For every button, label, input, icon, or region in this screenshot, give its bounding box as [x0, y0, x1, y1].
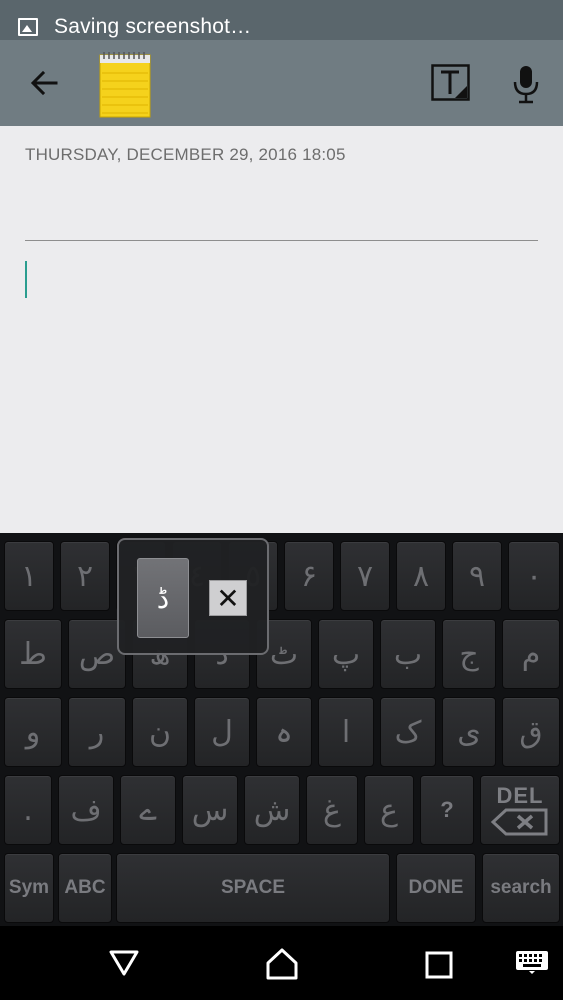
- key[interactable]: ش: [244, 775, 300, 845]
- note-editor[interactable]: THURSDAY, DECEMBER 29, 2016 18:05: [0, 126, 563, 533]
- close-popup-button[interactable]: ✕: [209, 580, 247, 616]
- microphone-icon[interactable]: [511, 64, 541, 104]
- status-bar: Saving screenshot…: [0, 0, 563, 40]
- title-divider: [25, 240, 538, 241]
- square-recents-icon[interactable]: [425, 951, 453, 979]
- search-key[interactable]: search: [482, 853, 560, 923]
- key[interactable]: ی: [442, 697, 496, 767]
- keyboard-icon[interactable]: [515, 950, 549, 974]
- key[interactable]: ٠: [508, 541, 560, 611]
- picture-icon: [18, 18, 38, 36]
- key[interactable]: ف: [58, 775, 114, 845]
- home-icon[interactable]: [265, 947, 299, 981]
- note-title-field[interactable]: [25, 186, 538, 236]
- abc-key[interactable]: ABC: [58, 853, 112, 923]
- key-popup: ڈ ✕: [117, 538, 269, 655]
- text-format-icon[interactable]: [431, 64, 470, 102]
- notification-text: Saving screenshot…: [54, 15, 252, 38]
- text-cursor: [25, 261, 27, 298]
- key[interactable]: ٧: [340, 541, 390, 611]
- candidate-key[interactable]: ڈ: [137, 558, 189, 638]
- delete-key[interactable]: DEL: [480, 775, 560, 845]
- key[interactable]: .: [4, 775, 52, 845]
- key[interactable]: ق: [502, 697, 560, 767]
- notepad-icon: [99, 52, 151, 118]
- note-date: THURSDAY, DECEMBER 29, 2016 18:05: [25, 145, 346, 164]
- key[interactable]: ۶: [284, 541, 334, 611]
- key[interactable]: ا: [318, 697, 374, 767]
- key[interactable]: ک: [380, 697, 436, 767]
- key[interactable]: س: [182, 775, 238, 845]
- key[interactable]: ہ: [256, 697, 312, 767]
- key[interactable]: ع: [364, 775, 414, 845]
- note-body-field[interactable]: [25, 256, 538, 516]
- key[interactable]: ٢: [60, 541, 110, 611]
- key[interactable]: ل: [194, 697, 250, 767]
- key[interactable]: ?: [420, 775, 474, 845]
- key[interactable]: ط: [4, 619, 62, 689]
- space-key[interactable]: SPACE: [116, 853, 390, 923]
- key[interactable]: ٨: [396, 541, 446, 611]
- navigation-bar: [0, 926, 563, 1000]
- keyboard: ١ ٢ ٣ ٤ ٥ ۶ ٧ ٨ ٩ ٠ ط ص ھ د ٹ پ ب ج م و …: [0, 533, 563, 926]
- key[interactable]: و: [4, 697, 62, 767]
- key[interactable]: پ: [318, 619, 374, 689]
- key[interactable]: ج: [442, 619, 496, 689]
- key[interactable]: ے: [120, 775, 176, 845]
- action-bar: [0, 40, 563, 126]
- arrow-left-icon[interactable]: [28, 67, 60, 99]
- delete-label: DEL: [496, 783, 544, 808]
- key[interactable]: غ: [306, 775, 358, 845]
- key[interactable]: ١: [4, 541, 54, 611]
- key[interactable]: ٩: [452, 541, 502, 611]
- backspace-icon: [490, 808, 548, 836]
- key[interactable]: م: [502, 619, 560, 689]
- sym-key[interactable]: Sym: [4, 853, 54, 923]
- key[interactable]: ب: [380, 619, 436, 689]
- done-key[interactable]: DONE: [396, 853, 476, 923]
- key[interactable]: ن: [132, 697, 188, 767]
- key[interactable]: ر: [68, 697, 126, 767]
- triangle-back-icon[interactable]: [108, 949, 140, 977]
